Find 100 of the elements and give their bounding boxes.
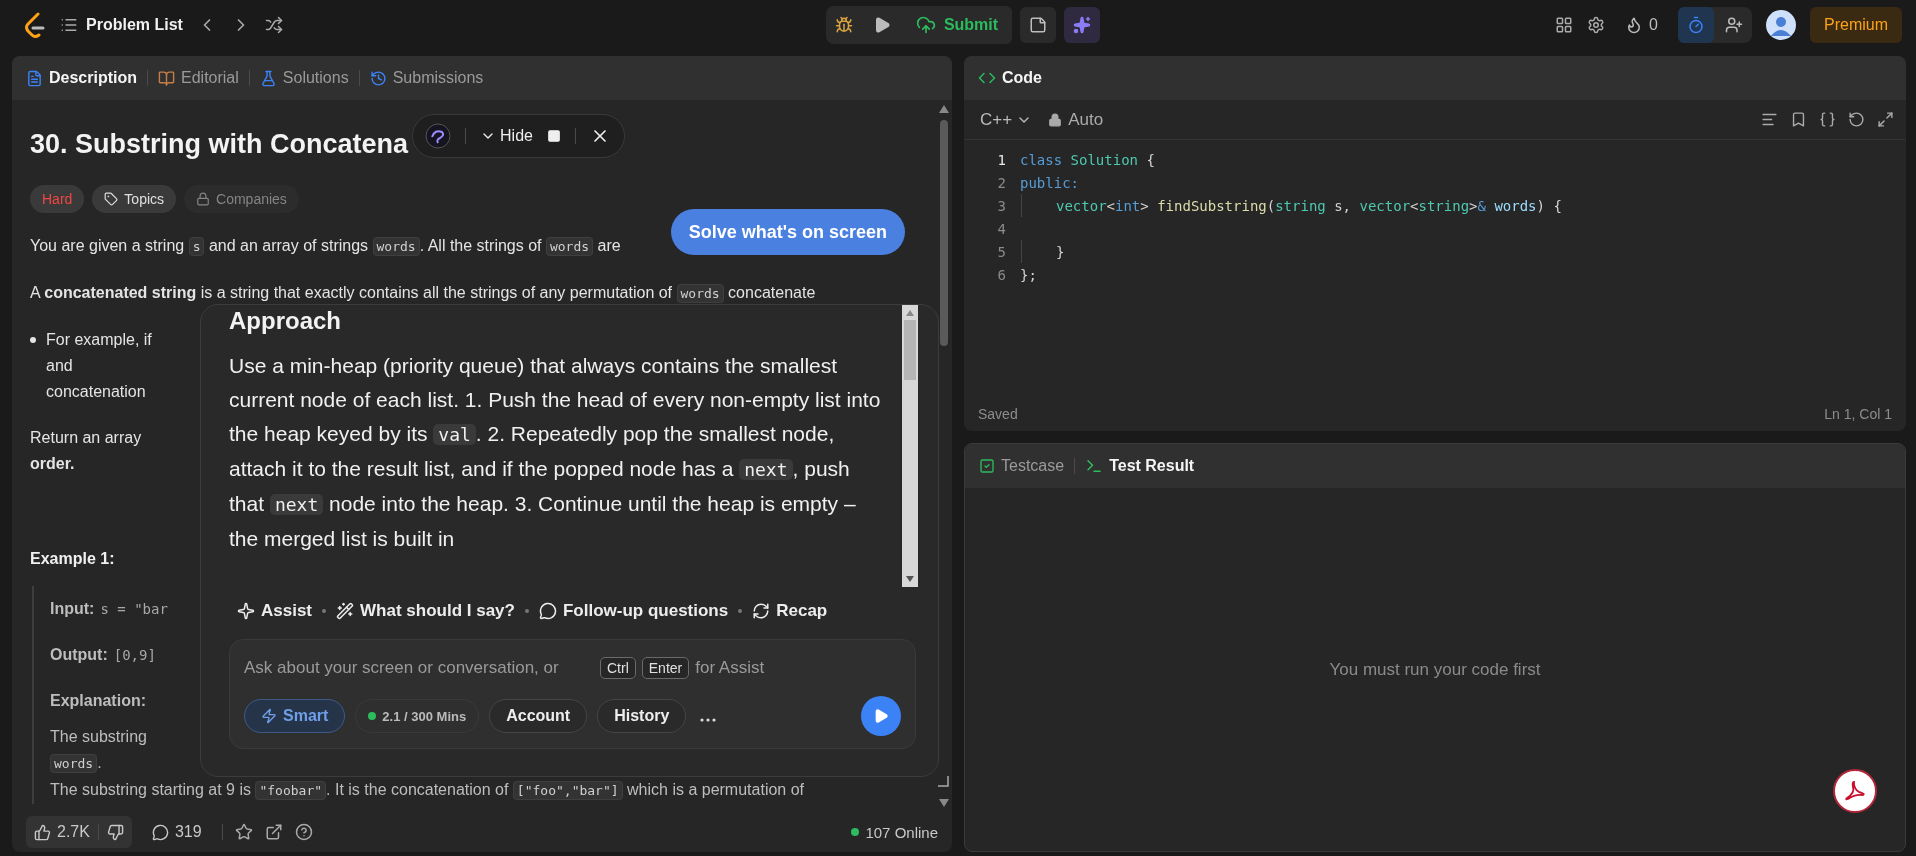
app-logo-icon[interactable] xyxy=(425,123,452,149)
approach-heading: Approach xyxy=(229,307,342,336)
topic-tag[interactable]: Companies xyxy=(184,185,299,213)
logo-icon[interactable] xyxy=(24,12,46,38)
panel-tab[interactable]: Test Result xyxy=(1085,457,1195,475)
thumbs-up-icon xyxy=(34,823,51,841)
lock-icon xyxy=(196,192,211,206)
list-icon[interactable] xyxy=(60,16,78,34)
assistant-button[interactable]: History xyxy=(597,699,687,733)
panel-tab[interactable]: Solutions xyxy=(259,69,349,87)
ai-button[interactable] xyxy=(1064,7,1101,43)
line-number: 5 xyxy=(996,243,1007,260)
help-icon[interactable] xyxy=(294,823,313,841)
chat-input[interactable]: Ask about your screen or conversation, or xyxy=(244,658,594,678)
code-line: public: xyxy=(1020,173,1079,193)
add-user-icon xyxy=(1725,16,1743,34)
note-button[interactable] xyxy=(1020,7,1057,43)
description-text: and xyxy=(46,356,74,376)
send-button[interactable] xyxy=(861,696,901,736)
hide-button[interactable]: Hide xyxy=(480,127,533,145)
premium-button[interactable]: Premium xyxy=(1810,7,1902,43)
sparkle-icon xyxy=(237,602,255,620)
bookmark-icon[interactable] xyxy=(1790,111,1807,128)
assistant-action[interactable]: Assist xyxy=(237,601,313,621)
assistant-button[interactable]: Account xyxy=(489,699,588,733)
arrow-up-icon xyxy=(904,308,916,318)
description-text: concatenation xyxy=(46,382,147,402)
assistant-action[interactable]: What should I say? xyxy=(336,601,515,621)
code-tab[interactable]: Code xyxy=(978,69,1042,87)
solve-button[interactable]: Solve what's on screen xyxy=(670,209,905,255)
topic-tag[interactable]: Topics xyxy=(92,185,177,213)
refresh-icon xyxy=(752,602,771,620)
example-value: [0,9] xyxy=(113,647,156,663)
code-line: class Solution { xyxy=(1020,150,1155,170)
empty-message: You must run your code first xyxy=(1329,659,1541,680)
key-hint: Ctrl xyxy=(600,657,636,679)
tag-icon xyxy=(104,192,119,206)
lightning-icon xyxy=(261,708,277,724)
share-icon[interactable] xyxy=(264,823,283,841)
assistant-action[interactable]: Recap xyxy=(752,601,828,621)
description-text: For example, if xyxy=(46,330,152,350)
note-icon xyxy=(1029,16,1048,34)
hint-text: for Assist xyxy=(695,658,765,678)
reset-icon[interactable] xyxy=(1848,111,1865,128)
arrow-up-icon xyxy=(938,104,950,114)
sparkles-icon xyxy=(1073,16,1092,34)
speech-bubble-icon xyxy=(538,602,557,620)
pdf-button[interactable] xyxy=(1833,769,1877,813)
arrow-down-icon xyxy=(904,574,916,584)
comment-icon xyxy=(151,823,169,841)
check-square-icon xyxy=(979,458,995,474)
online-count: 107 Online xyxy=(851,823,938,841)
line-number: 4 xyxy=(996,220,1007,237)
cloud-upload-icon xyxy=(915,15,936,35)
description-text: Return an array xyxy=(30,428,142,448)
wand-icon xyxy=(336,602,355,620)
braces-icon[interactable] xyxy=(1819,111,1836,128)
panel-tab[interactable]: Description xyxy=(26,69,137,87)
key-hint: Enter xyxy=(641,657,690,679)
line-number: 1 xyxy=(996,151,1007,168)
star-icon[interactable] xyxy=(234,823,253,841)
panel-tab[interactable]: Editorial xyxy=(158,69,239,87)
description-text: order. xyxy=(30,454,76,474)
stop-icon[interactable] xyxy=(546,129,561,143)
status-dot xyxy=(368,712,377,720)
problem-list-link[interactable]: Problem List xyxy=(86,16,183,34)
lock-icon xyxy=(1048,112,1063,127)
assistant-action[interactable]: Follow-up questions xyxy=(538,601,729,621)
avatar-icon[interactable] xyxy=(1766,10,1796,40)
language-select[interactable]: C++ xyxy=(976,109,1037,130)
play-icon xyxy=(873,708,889,724)
resize-corner-icon[interactable] xyxy=(937,775,949,787)
example-label: Input: xyxy=(50,600,95,618)
line-number: 6 xyxy=(996,266,1007,283)
smart-mode-button[interactable]: Smart xyxy=(244,699,346,733)
auto-mode[interactable]: Auto xyxy=(1048,109,1104,130)
bug-icon xyxy=(834,16,853,34)
bullet-dot xyxy=(30,337,36,343)
thumbs-down-icon xyxy=(106,823,124,841)
layout-icon[interactable] xyxy=(1555,16,1574,34)
format-icon[interactable] xyxy=(1761,111,1778,128)
explanation-text: The substring starting at 9 is "foobar" . It is the concatenation of ["foo","bar"] which is a permutation of xyxy=(50,780,804,802)
problem-title: 30. Substring with Concatena xyxy=(30,128,409,160)
timer-button[interactable] xyxy=(1678,7,1714,43)
streak-counter[interactable]: 0 xyxy=(1619,7,1664,43)
arrow-down-icon xyxy=(938,798,950,808)
scroll-thumb xyxy=(904,320,916,380)
example-label: Output: xyxy=(50,646,108,664)
settings-icon[interactable] xyxy=(1587,16,1606,34)
example-heading: Example 1: xyxy=(30,550,116,568)
example-label: Explanation: xyxy=(50,692,146,710)
expand-icon[interactable] xyxy=(1877,111,1894,128)
comments-button[interactable]: 319 xyxy=(143,816,210,848)
status-dot xyxy=(851,828,860,836)
panel-tab[interactable]: Testcase xyxy=(979,457,1065,475)
explanation-text: The substring xyxy=(50,727,147,747)
history-icon xyxy=(369,69,387,87)
cursor-position: Ln 1, Col 1 xyxy=(1824,406,1892,422)
panel-tab[interactable]: Submissions xyxy=(369,69,484,87)
shuffle-icon[interactable] xyxy=(264,16,283,34)
